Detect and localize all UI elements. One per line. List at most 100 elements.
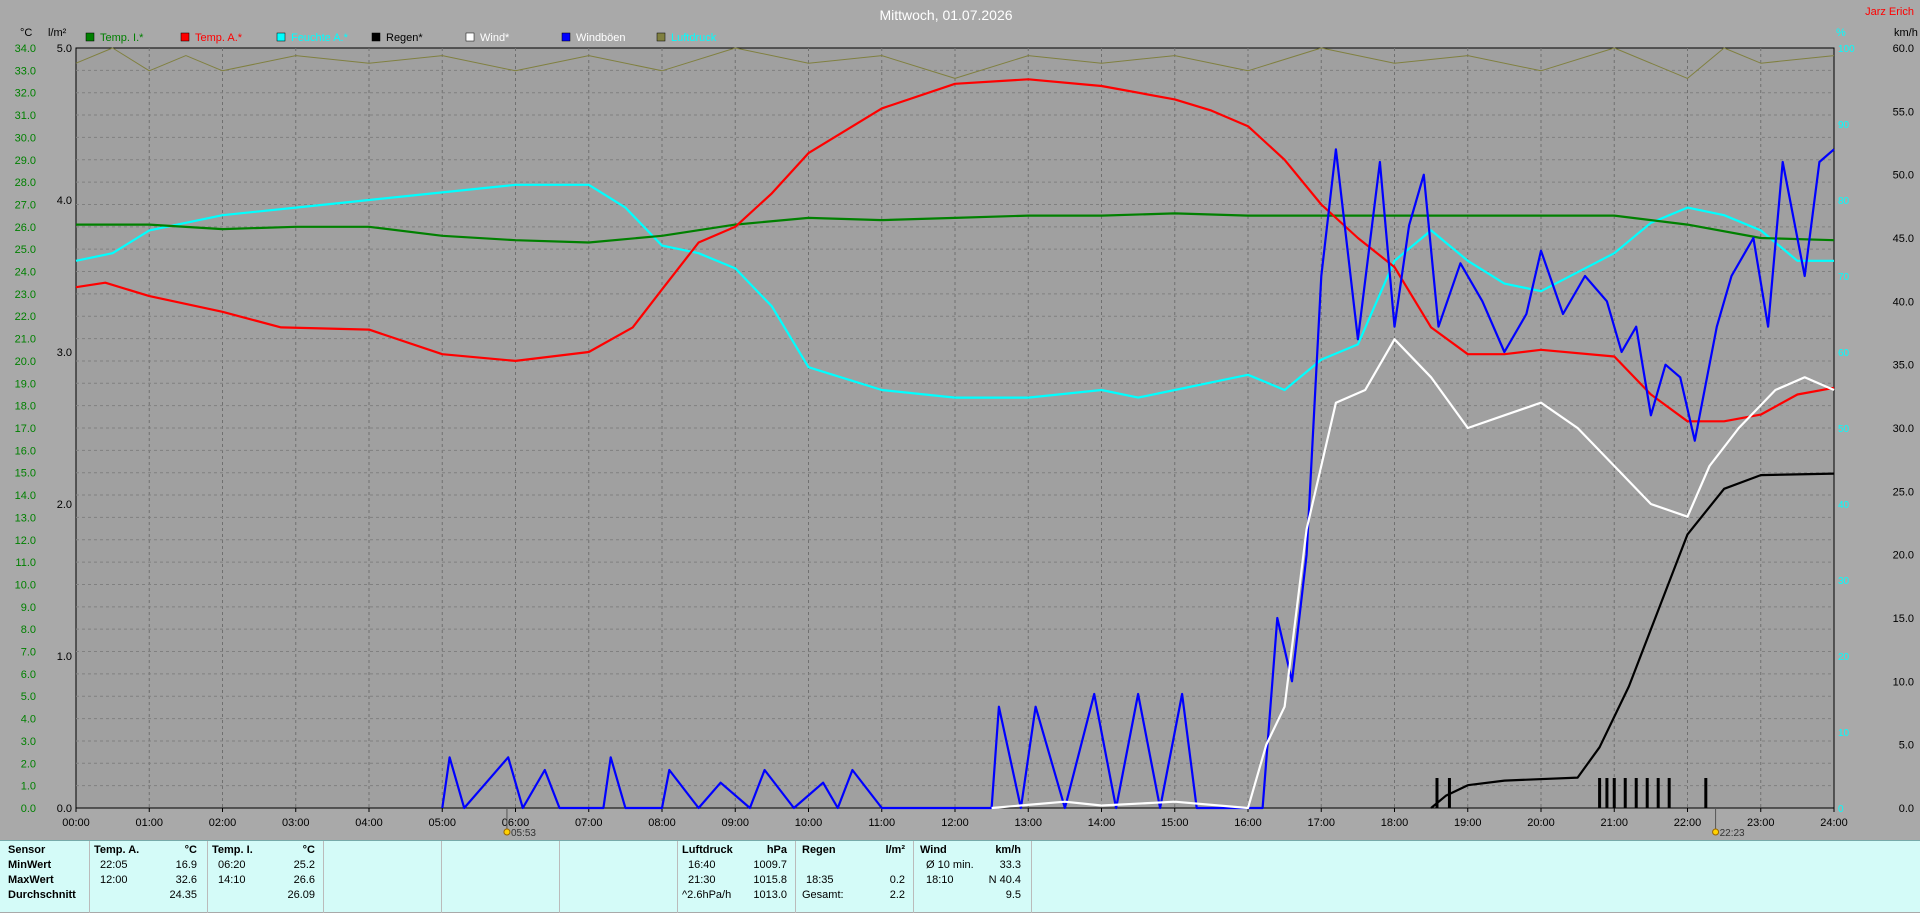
- wind-unit: km/h: [995, 844, 1021, 856]
- x-tick-label: 14:00: [1088, 817, 1116, 829]
- pressure-min-val: 1009.7: [753, 859, 787, 871]
- legend-label: Temp. I.*: [100, 32, 144, 44]
- y-temp-tick-label: 31.0: [15, 110, 36, 122]
- y-temp-tick-label: 28.0: [15, 177, 36, 189]
- y-pct-tick-label: 20: [1838, 652, 1850, 663]
- y-rain-tick-label: 2.0: [57, 499, 72, 511]
- legend-label: Windböen: [576, 32, 626, 44]
- x-tick-label: 12:00: [941, 817, 969, 829]
- stats-temp-a: Temp. A. °C 22:05 16.9 12:00 32.6 24.35: [90, 841, 208, 913]
- y-temp-tick-label: 13.0: [15, 512, 36, 524]
- legend: Temp. I.* Temp. A.* Feuchte A.* Regen* Wind*…: [85, 32, 717, 44]
- y-temp-tick-label: 0.0: [21, 803, 36, 815]
- stats-row-max: MaxWert: [8, 874, 54, 886]
- y-wind-tick-label: 10.0: [1893, 676, 1914, 688]
- y-wind-tick-label: 35.0: [1893, 360, 1914, 372]
- legend-label: Luftdruck: [671, 32, 717, 44]
- temp-i-min-val: 25.2: [293, 859, 315, 871]
- stats-wind: Wind km/h Ø 10 min. 33.3 18:10 N 40.4 9.5: [914, 841, 1032, 913]
- temp-a-min-time: 22:05: [100, 859, 128, 871]
- rain-total: 2.2: [889, 889, 905, 901]
- x-tick-label: 15:00: [1161, 817, 1189, 829]
- temp-i-avg: 26.09: [287, 889, 315, 901]
- legend-swatch: [276, 32, 286, 42]
- x-tick-label: 10:00: [795, 817, 823, 829]
- x-tick-label: 04:00: [355, 817, 383, 829]
- stats-panel: Sensor MinWert MaxWert Durchschnitt Temp…: [0, 840, 1920, 913]
- y-temp-tick-label: 33.0: [15, 65, 36, 77]
- y-pct-tick-label: 100: [1838, 44, 1855, 55]
- y-wind-tick-label: 25.0: [1893, 486, 1914, 498]
- x-tick-label: 07:00: [575, 817, 603, 829]
- x-tick-label: 20:00: [1527, 817, 1555, 829]
- pressure-avg: 1013.0: [753, 889, 787, 901]
- unit-rain: l/m²: [48, 27, 67, 39]
- weather-chart: Mittwoch, 01.07.2026 Jarz Erich °C l/m² …: [15, 6, 1918, 839]
- x-tick-label: 19:00: [1454, 817, 1482, 829]
- legend-swatch: [85, 32, 95, 42]
- y-temp-tick-label: 9.0: [21, 602, 36, 614]
- y-wind-tick-label: 40.0: [1893, 296, 1914, 308]
- stats-pressure: Luftdruck hPa 16:40 1009.7 21:30 1015.8 ^2.…: [678, 841, 796, 913]
- y-temp-tick-label: 15.0: [15, 468, 36, 480]
- y-rain-tick-label: 5.0: [57, 43, 72, 55]
- temp-a-unit: °C: [184, 844, 197, 856]
- x-tick-label: 08:00: [648, 817, 676, 829]
- temp-i-min-time: 06:20: [218, 859, 246, 871]
- y-pct-tick-label: 40: [1838, 500, 1850, 511]
- stats-rain: Regen l/m² 18:35 0.2 Gesamt: 2.2: [796, 841, 914, 913]
- x-tick-label: 24:00: [1820, 817, 1848, 829]
- x-tick-label: 17:00: [1307, 817, 1335, 829]
- sunrise-icon: [503, 828, 511, 836]
- y-wind-tick-label: 5.0: [1899, 740, 1914, 752]
- y-temp-tick-label: 4.0: [21, 714, 36, 726]
- x-tick-label: 21:00: [1600, 817, 1628, 829]
- x-tick-label: 03:00: [282, 817, 310, 829]
- stats-sensor-header: Sensor: [8, 844, 46, 856]
- y-temp-tick-label: 12.0: [15, 535, 36, 547]
- legend-label: Feuchte A.*: [291, 32, 349, 44]
- y-temp-tick-label: 29.0: [15, 155, 36, 167]
- legend-swatch: [180, 32, 190, 42]
- pressure-header: Luftdruck: [682, 844, 733, 856]
- wind-avg10-label: Ø 10 min.: [926, 859, 974, 871]
- x-tick-label: 01:00: [135, 817, 163, 829]
- y-temp-tick-label: 10.0: [15, 579, 36, 591]
- legend-swatch: [561, 32, 571, 42]
- x-tick-label: 09:00: [721, 817, 749, 829]
- legend-label: Regen*: [386, 32, 423, 44]
- y-rain-tick-label: 1.0: [57, 651, 72, 663]
- y-wind-tick-label: 60.0: [1893, 43, 1914, 55]
- sunset-icon: [1712, 828, 1720, 836]
- pressure-max-val: 1015.8: [753, 874, 787, 886]
- temp-a-avg: 24.35: [169, 889, 197, 901]
- y-temp-tick-label: 22.0: [15, 311, 36, 323]
- y-temp-tick-label: 20.0: [15, 356, 36, 368]
- legend-swatch: [656, 32, 666, 42]
- y-pct-tick-label: 30: [1838, 576, 1850, 587]
- legend-label: Temp. A.*: [195, 32, 243, 44]
- y-rain-tick-label: 4.0: [57, 195, 72, 207]
- sunset-label: 22:23: [1720, 828, 1745, 839]
- rain-unit: l/m²: [885, 844, 905, 856]
- pressure-min-time: 16:40: [688, 859, 716, 871]
- y-wind-tick-label: 0.0: [1899, 803, 1914, 815]
- y-temp-tick-label: 11.0: [15, 557, 36, 569]
- x-tick-label: 05:00: [428, 817, 456, 829]
- y-wind-tick-label: 50.0: [1893, 170, 1914, 182]
- y-temp-tick-label: 1.0: [21, 781, 36, 793]
- y-temp-tick-label: 27.0: [15, 199, 36, 211]
- temp-a-header: Temp. A.: [94, 844, 140, 856]
- y-pct-tick-label: 80: [1838, 196, 1850, 207]
- stats-empty-1: [324, 841, 442, 913]
- stats-temp-i: Temp. I. °C 06:20 25.2 14:10 26.6 26.09: [208, 841, 324, 913]
- y-pct-tick-label: 10: [1838, 728, 1850, 739]
- y-wind-tick-label: 45.0: [1893, 233, 1914, 245]
- x-tick-label: 02:00: [209, 817, 237, 829]
- wind-header: Wind: [920, 844, 947, 856]
- temp-i-max-time: 14:10: [218, 874, 246, 886]
- y-temp-tick-label: 7.0: [21, 647, 36, 659]
- temp-a-max-time: 12:00: [100, 874, 128, 886]
- y-temp-tick-label: 21.0: [15, 334, 36, 346]
- rain-max-val: 0.2: [889, 874, 905, 886]
